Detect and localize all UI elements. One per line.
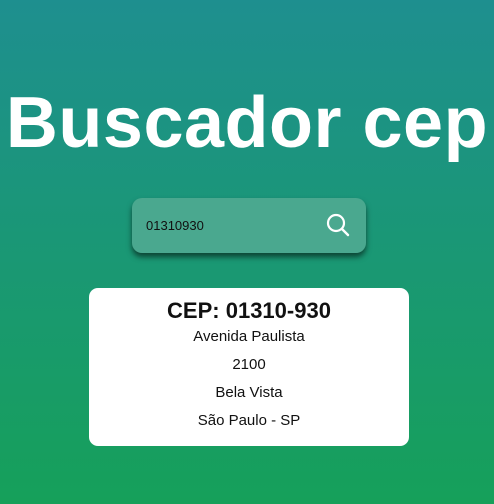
cep-search-input[interactable] (146, 215, 316, 235)
result-card: CEP: 01310-930 Avenida Paulista 2100 Bel… (89, 288, 409, 446)
neighborhood-text: Bela Vista (215, 384, 283, 401)
number-text: 2100 (232, 356, 266, 373)
search-icon (326, 213, 350, 237)
street-text: Avenida Paulista (193, 328, 305, 345)
cep-heading: CEP: 01310-930 (167, 298, 331, 323)
search-box (132, 198, 366, 253)
page-title: Buscador cep (5, 83, 489, 163)
search-button[interactable] (324, 211, 352, 239)
city-state-text: São Paulo - SP (197, 412, 301, 429)
